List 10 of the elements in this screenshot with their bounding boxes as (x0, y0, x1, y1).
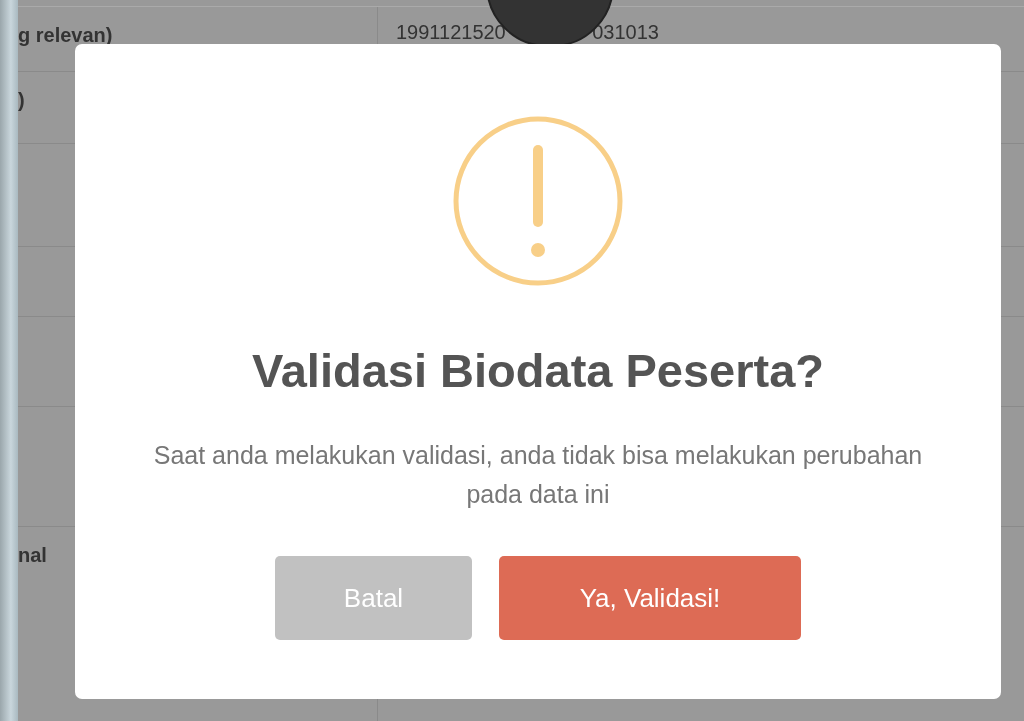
dialog-message: Saat anda melakukan validasi, anda tidak bisa melakukan perubahan pada data ini (152, 440, 924, 510)
dialog-title: Validasi Biodata Peserta? (251, 343, 825, 398)
confirm-button[interactable]: Ya, Validasi! (499, 556, 801, 640)
field-value: 031013 (592, 21, 659, 45)
warning-icon (452, 115, 624, 287)
field-label: ) (18, 89, 25, 111)
field-label: nal (18, 544, 47, 566)
cancel-button[interactable]: Batal (275, 556, 472, 640)
field-value: 1991121520 (396, 21, 506, 45)
field-label: g relevan) (18, 24, 113, 46)
